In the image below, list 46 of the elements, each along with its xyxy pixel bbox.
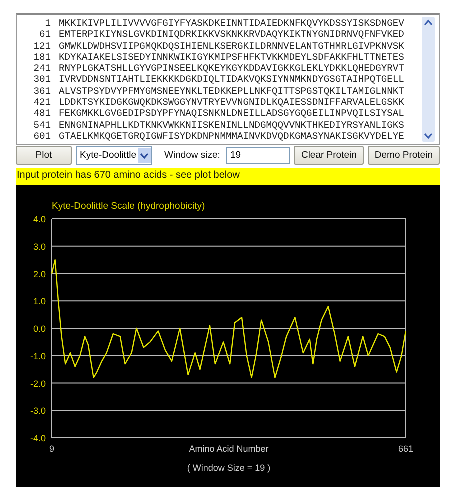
line-number: 541 [32, 120, 51, 131]
sequence-text: EMTERPIKIYNSLGVKDINIQDRKIKKVSKNKKRVDAQYKIKTNYGNIDRNVQFNFVKED [59, 29, 404, 41]
x-tick-label: 661 [398, 444, 414, 454]
sequence-text: IVRVDDNSNTIAHTLIEKKKKDGKDIQLTIDAKVQKSIYNNMKNDYGSGTAIHPQTGELL [59, 74, 404, 86]
line-number: 1 [44, 18, 51, 30]
sequence-text: ALVSTPSYDVYPFMYGMSNEEYNKLTEDKKEPLLNKFQITTSPGSTQKILTAMIGLNNKT [59, 86, 404, 98]
sequence-text: FEKGMKKLGVGEDIPSDYPFYNAQISNKNLDNEILLADSGYGQGEILINPVQILSIYSAL [59, 108, 404, 120]
demo-protein-button[interactable]: Demo Protein [368, 146, 440, 165]
sequence-text: GTAELKMKQGETGRQIGWFISYDKDNPNMMMAINVKDVQDKGMASYNAKISGKVYDELYE [59, 130, 404, 142]
y-tick-label: -3.0 [30, 406, 46, 416]
line-number: 61 [38, 29, 51, 41]
line-number: 121 [32, 40, 51, 52]
line-number: 481 [32, 108, 51, 120]
window-size-note: ( Window Size = 19 ) [187, 463, 271, 473]
y-tick-label: 4.0 [33, 214, 46, 224]
line-number: 601 [32, 130, 51, 142]
sequence-text: GMWKLDWDHSVIIPGMQKDQSIHIENLKSERGKILDRNNVELANTGTHMRLGIVPKNVSK [59, 40, 404, 52]
y-tick-label: 3.0 [33, 242, 46, 252]
scale-dropdown[interactable]: Kyte-Doolittle [76, 146, 152, 165]
y-tick-label: -2.0 [30, 378, 46, 389]
plot-button[interactable]: Plot [16, 146, 72, 165]
chart-title: Kyte-Doolittle Scale (hydrophobicity) [52, 201, 206, 212]
x-tick-label: 9 [50, 444, 54, 454]
y-tick-label: 1.0 [33, 296, 46, 307]
y-tick-label: 2.0 [33, 269, 46, 280]
line-number: 181 [32, 52, 51, 64]
dropdown-caret-icon [140, 152, 150, 158]
sequence-field[interactable] [16, 13, 440, 145]
line-number: 361 [32, 86, 51, 98]
line-number: 241 [32, 63, 51, 74]
y-tick-label: 0.0 [33, 324, 46, 334]
line-number: 421 [32, 97, 51, 108]
sequence-text: KDYKAIAKELSISEDYINNKWIKIGYKMIPSFHFKTVKKMDEYLSDFAKKFHLTTNETES [59, 52, 404, 64]
y-tick-label: -4.0 [30, 434, 46, 444]
sequence-text: ENNGNINAPHLLKDTKNKVWKKNIISKENINLLNDGMQQVVNKTHKEDIYRSYANLIGKS [59, 120, 404, 131]
sequence-text: MKKIKIVPLILIVVVVGFGIYFYASKDKEINNTIDAIEDKNFKQVYKDSSYISKSDNGEV [59, 18, 404, 30]
y-tick-label: -1.0 [30, 351, 46, 362]
sequence-text: RNYPLGKATSHLLGYVGPINSEELKQKEYKGYKDDAVIGKKGLEKLYDKKLQHEDGYRVT [59, 63, 404, 74]
window-size-label: Window size: [164, 150, 220, 161]
status-message: Input protein has 670 amino acids - see plot below [16, 169, 241, 183]
window-size-field[interactable]: 19 [226, 147, 290, 164]
line-number: 301 [32, 74, 51, 86]
clear-protein-button[interactable]: Clear Protein [294, 146, 364, 165]
sequence-text: LDDKTSYKIDGKGWQKDKSWGGYNVTRYEVVNGNIDLKQAIESSDNIFFARVALELGSKK [59, 97, 404, 108]
x-axis-label: Amino Acid Number [189, 444, 269, 454]
scrollbar[interactable] [422, 17, 435, 142]
